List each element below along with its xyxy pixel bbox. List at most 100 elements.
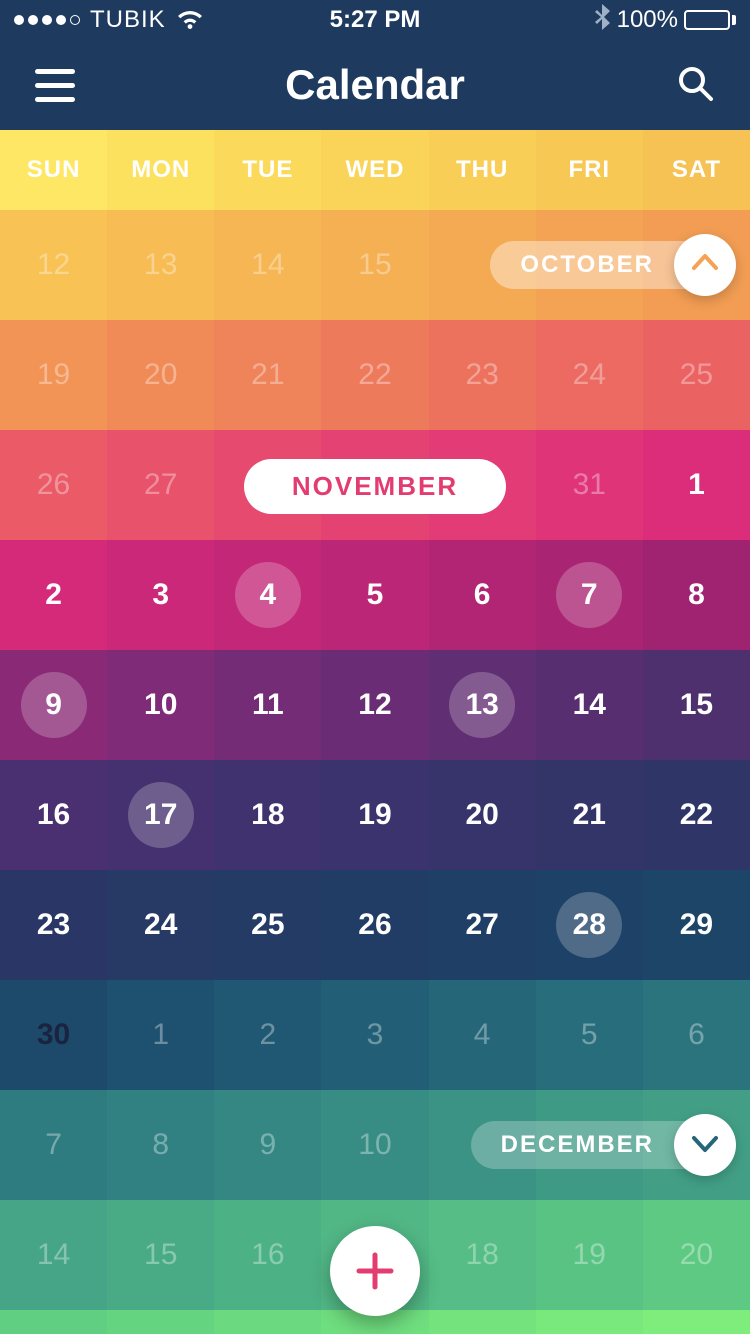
calendar-day-cell[interactable]: 6 [429, 540, 536, 650]
day-number: 14 [37, 1238, 70, 1272]
day-number: 5 [581, 1018, 598, 1052]
day-number: 14 [573, 688, 606, 722]
calendar-week-row: 16 17 1819202122 [0, 760, 750, 870]
calendar-day-cell[interactable]: 16 [0, 760, 107, 870]
calendar-week-row: 30 1 2 3 4 5 6 [0, 980, 750, 1090]
calendar-day-cell[interactable]: 23 [0, 870, 107, 980]
calendar-day-cell[interactable]: 20 [107, 320, 214, 430]
calendar-day-cell[interactable]: 19 [536, 1200, 643, 1310]
search-button[interactable] [670, 60, 720, 110]
calendar-day-cell[interactable]: 9 [0, 650, 107, 760]
menu-button[interactable] [30, 60, 80, 110]
day-number: 8 [152, 1128, 169, 1162]
calendar-day-cell[interactable]: 8 [643, 540, 750, 650]
day-number: 18 [465, 1238, 498, 1272]
day-number: 25 [680, 358, 713, 392]
dow-cell: THU [429, 130, 536, 210]
battery-pct-label: 100% [617, 6, 678, 34]
calendar-day-cell[interactable]: 16 [214, 1200, 321, 1310]
calendar-day-cell[interactable]: 24 [107, 870, 214, 980]
calendar-day-cell[interactable]: 20 [429, 760, 536, 870]
calendar-day-cell[interactable]: 15 [643, 650, 750, 760]
calendar-day-cell[interactable]: 19 [321, 760, 428, 870]
calendar-day-cell[interactable]: 4 [214, 540, 321, 650]
calendar-day-cell[interactable]: 21 [536, 760, 643, 870]
calendar-day-cell[interactable]: 18 [214, 760, 321, 870]
calendar-day-cell[interactable]: 28 [536, 870, 643, 980]
calendar-day-cell[interactable]: 14 [0, 1200, 107, 1310]
hamburger-icon [35, 69, 75, 102]
day-number: 23 [465, 358, 498, 392]
day-of-week-header: SUNMONTUEWEDTHUFRISAT [0, 130, 750, 210]
chevron-up-icon [690, 248, 720, 283]
day-number: 3 [367, 1018, 384, 1052]
day-number: 17 [144, 798, 177, 832]
calendar-day-cell[interactable]: 26 [321, 870, 428, 980]
calendar-day-cell[interactable]: 19 [0, 320, 107, 430]
calendar-day-cell[interactable]: 5 [321, 540, 428, 650]
calendar-day-cell[interactable]: 14 [214, 210, 321, 320]
day-number: 19 [573, 1238, 606, 1272]
calendar-week-row: 9 10 111213 14 15 [0, 650, 750, 760]
calendar-week-row: 23242526272829 [0, 870, 750, 980]
calendar-day-cell[interactable]: 7 [536, 540, 643, 650]
calendar-day-cell[interactable]: 3 [321, 980, 428, 1090]
calendar-day-cell[interactable]: 9 [214, 1090, 321, 1200]
calendar-day-cell[interactable]: 25 [214, 870, 321, 980]
calendar-day-cell[interactable]: 10 [321, 1090, 428, 1200]
status-right: 100% [595, 4, 736, 37]
calendar-day-cell[interactable]: 22 [321, 320, 428, 430]
current-month-overlay: NOVEMBER [0, 459, 750, 514]
calendar-day-cell[interactable]: 3 [107, 540, 214, 650]
calendar-day-cell[interactable]: 12 [0, 210, 107, 320]
scroll-up-button[interactable] [674, 234, 736, 296]
day-number: 8 [688, 578, 705, 612]
scroll-down-button[interactable] [674, 1114, 736, 1176]
dow-cell: TUE [214, 130, 321, 210]
bluetooth-icon [595, 4, 611, 37]
calendar-grid[interactable]: OCTOBER NOVEMBER DECEMBER 12131415192021… [0, 210, 750, 1310]
calendar-day-cell[interactable]: 4 [429, 980, 536, 1090]
calendar-day-cell[interactable]: 13 [429, 650, 536, 760]
day-number: 24 [573, 358, 606, 392]
calendar-day-cell[interactable]: 18 [429, 1200, 536, 1310]
day-number: 20 [144, 358, 177, 392]
calendar-day-cell[interactable]: 6 [643, 980, 750, 1090]
calendar-day-cell[interactable]: 11 [214, 650, 321, 760]
calendar-day-cell[interactable]: 23 [429, 320, 536, 430]
clock-label: 5:27 PM [330, 6, 421, 34]
calendar-day-cell[interactable]: 25 [643, 320, 750, 430]
current-month-pill[interactable]: NOVEMBER [244, 459, 506, 514]
calendar-day-cell[interactable]: 21 [214, 320, 321, 430]
calendar-day-cell[interactable]: 5 [536, 980, 643, 1090]
prev-month-overlay: OCTOBER [490, 234, 736, 296]
day-number: 10 [144, 688, 177, 722]
day-number: 19 [37, 358, 70, 392]
calendar-day-cell[interactable]: 1 [107, 980, 214, 1090]
calendar-day-cell[interactable]: 20 [643, 1200, 750, 1310]
day-number: 6 [474, 578, 491, 612]
day-number: 20 [680, 1238, 713, 1272]
calendar-day-cell[interactable]: 13 [107, 210, 214, 320]
add-event-button[interactable] [330, 1226, 420, 1316]
calendar-day-cell[interactable]: 12 [321, 650, 428, 760]
day-number: 9 [260, 1128, 277, 1162]
nav-bar: Calendar [0, 40, 750, 130]
calendar-day-cell[interactable]: 29 [643, 870, 750, 980]
calendar-day-cell[interactable]: 7 [0, 1090, 107, 1200]
calendar-day-cell[interactable]: 14 [536, 650, 643, 760]
calendar-day-cell[interactable]: 10 [107, 650, 214, 760]
day-number: 1 [152, 1018, 169, 1052]
calendar-day-cell[interactable]: 2 [214, 980, 321, 1090]
calendar-day-cell[interactable]: 27 [429, 870, 536, 980]
calendar-day-cell[interactable]: 2 [0, 540, 107, 650]
calendar-day-cell[interactable]: 24 [536, 320, 643, 430]
wifi-icon [176, 9, 204, 31]
day-number: 15 [144, 1238, 177, 1272]
calendar-day-cell[interactable]: 8 [107, 1090, 214, 1200]
calendar-day-cell[interactable]: 15 [107, 1200, 214, 1310]
calendar-day-cell[interactable]: 30 [0, 980, 107, 1090]
calendar-day-cell[interactable]: 17 [107, 760, 214, 870]
calendar-day-cell[interactable]: 22 [643, 760, 750, 870]
calendar-day-cell[interactable]: 15 [321, 210, 428, 320]
